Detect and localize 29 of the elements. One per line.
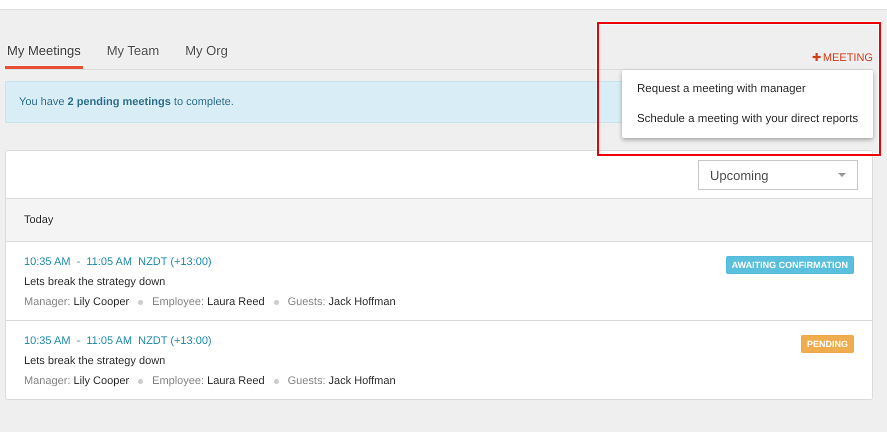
- caret-icon: [838, 173, 846, 177]
- meta-value: Jack Hoffman: [328, 375, 396, 387]
- meta-value: Laura Reed: [207, 375, 265, 387]
- meta-value: Jack Hoffman: [328, 296, 396, 308]
- meeting-title: Lets break the strategy down: [24, 355, 166, 367]
- meta-label: Guests:: [288, 375, 326, 387]
- tab[interactable]: My Org: [183, 40, 230, 69]
- tab[interactable]: My Meetings: [5, 40, 83, 69]
- group-header: Today: [6, 199, 872, 242]
- status-badge: AWAITING CONFIRMATION: [726, 256, 854, 274]
- meta-value: Lily Cooper: [73, 375, 130, 387]
- meta-label: Manager:: [24, 296, 70, 308]
- meeting-title: Lets break the strategy down: [24, 276, 166, 288]
- meta-value: Laura Reed: [207, 296, 265, 308]
- separator-dot: [274, 300, 279, 304]
- meta-label: Guests:: [288, 296, 326, 308]
- separator-dot: [138, 300, 144, 304]
- meeting-time[interactable]: 10:35 AM - 11:05 AM NZDT (+13:00): [24, 256, 396, 268]
- filter-dropdown[interactable]: Upcoming: [698, 160, 858, 190]
- meta-label: Manager:: [24, 375, 70, 387]
- separator-dot: [138, 378, 144, 384]
- add-meeting-button[interactable]: ✚ MEETING: [812, 51, 873, 69]
- meta-value: Lily Cooper: [73, 296, 130, 308]
- separator-dot: [274, 378, 279, 384]
- status-badge: PENDING: [800, 335, 854, 353]
- meeting-time[interactable]: 10:35 AM - 11:05 AM NZDT (+13:00): [24, 335, 396, 347]
- meta-label: Employee:: [152, 375, 204, 387]
- meta-label: Employee:: [152, 296, 204, 308]
- tab[interactable]: My Team: [104, 40, 162, 69]
